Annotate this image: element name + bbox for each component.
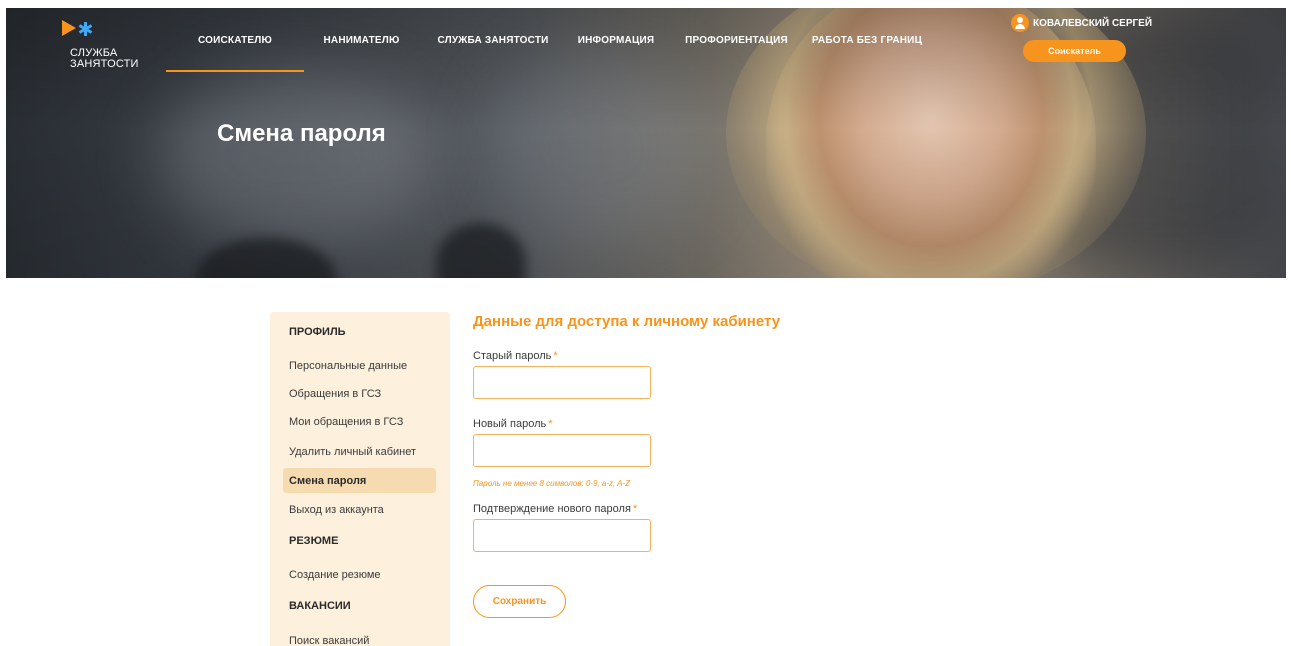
- sidebar: ПРОФИЛЬ Персональные данные Обращения в …: [270, 312, 450, 646]
- required-mark: *: [632, 503, 638, 515]
- old-password-label-text: Старый пароль: [473, 350, 552, 362]
- sidebar-item-create-resume[interactable]: Создание резюме: [283, 562, 436, 587]
- new-password-input[interactable]: [473, 434, 651, 467]
- nav-item-employer[interactable]: НАНИМАТЕЛЮ: [304, 8, 419, 72]
- new-password-label-text: Новый пароль: [473, 418, 547, 430]
- hero-banner: СЛУЖБА ЗАНЯТОСТИ СОИСКАТЕЛЮ НАНИМАТЕЛЮ С…: [6, 8, 1286, 278]
- sidebar-item-my-requests[interactable]: Мои обращения в ГСЗ: [283, 409, 436, 434]
- nav-item-information[interactable]: ИНФОРМАЦИЯ: [567, 8, 665, 72]
- main-nav: СОИСКАТЕЛЮ НАНИМАТЕЛЮ СЛУЖБА ЗАНЯТОСТИ И…: [166, 8, 926, 72]
- sidebar-heading-profile: ПРОФИЛЬ: [289, 326, 346, 338]
- sidebar-item-search-vacancies[interactable]: Поиск вакансий: [283, 628, 436, 646]
- confirm-password-label: Подтверждение нового пароля *: [473, 503, 637, 515]
- password-hint: Пароль не менее 8 символов: 0-9, a-z, A-…: [473, 479, 631, 488]
- nav-item-employment-service[interactable]: СЛУЖБА ЗАНЯТОСТИ: [419, 8, 567, 72]
- page-title: Смена пароля: [217, 120, 386, 147]
- old-password-label: Старый пароль *: [473, 350, 558, 362]
- save-button[interactable]: Сохранить: [473, 585, 566, 618]
- nav-item-work-abroad[interactable]: РАБОТА БЕЗ ГРАНИЦ: [808, 8, 926, 72]
- user-name: КОВАЛЕВСКИЙ СЕРГЕЙ: [1033, 17, 1153, 29]
- confirm-password-input[interactable]: [473, 519, 651, 552]
- required-mark: *: [548, 418, 553, 430]
- logo-line-2: ЗАНЯТОСТИ: [70, 58, 139, 70]
- sidebar-item-personal-data[interactable]: Персональные данные: [283, 353, 436, 378]
- logo-text: СЛУЖБА ЗАНЯТОСТИ: [70, 48, 139, 70]
- sidebar-item-logout[interactable]: Выход из аккаунта: [283, 497, 436, 522]
- user-menu[interactable]: КОВАЛЕВСКИЙ СЕРГЕЙ: [1011, 14, 1152, 32]
- sidebar-item-requests[interactable]: Обращения в ГСЗ: [283, 381, 436, 406]
- old-password-input[interactable]: [473, 366, 651, 399]
- nav-item-applicant[interactable]: СОИСКАТЕЛЮ: [166, 8, 304, 72]
- role-button[interactable]: Соискатель: [1023, 40, 1126, 62]
- sidebar-heading-vacancies: ВАКАНСИИ: [289, 600, 351, 612]
- required-mark: *: [553, 350, 558, 362]
- logo-mark-icon: [62, 14, 96, 44]
- sidebar-heading-resume: РЕЗЮМЕ: [289, 535, 339, 547]
- form-title: Данные для доступа к личному кабинету: [473, 313, 781, 330]
- nav-item-career-guidance[interactable]: ПРОФОРИЕНТАЦИЯ: [665, 8, 808, 72]
- sidebar-item-delete-account[interactable]: Удалить личный кабинет: [283, 439, 436, 464]
- user-avatar-icon: [1011, 14, 1029, 32]
- sidebar-item-change-password[interactable]: Смена пароля: [283, 468, 436, 493]
- logo[interactable]: СЛУЖБА ЗАНЯТОСТИ: [56, 14, 166, 74]
- confirm-password-label-text: Подтверждение нового пароля: [473, 503, 631, 515]
- new-password-label: Новый пароль *: [473, 418, 553, 430]
